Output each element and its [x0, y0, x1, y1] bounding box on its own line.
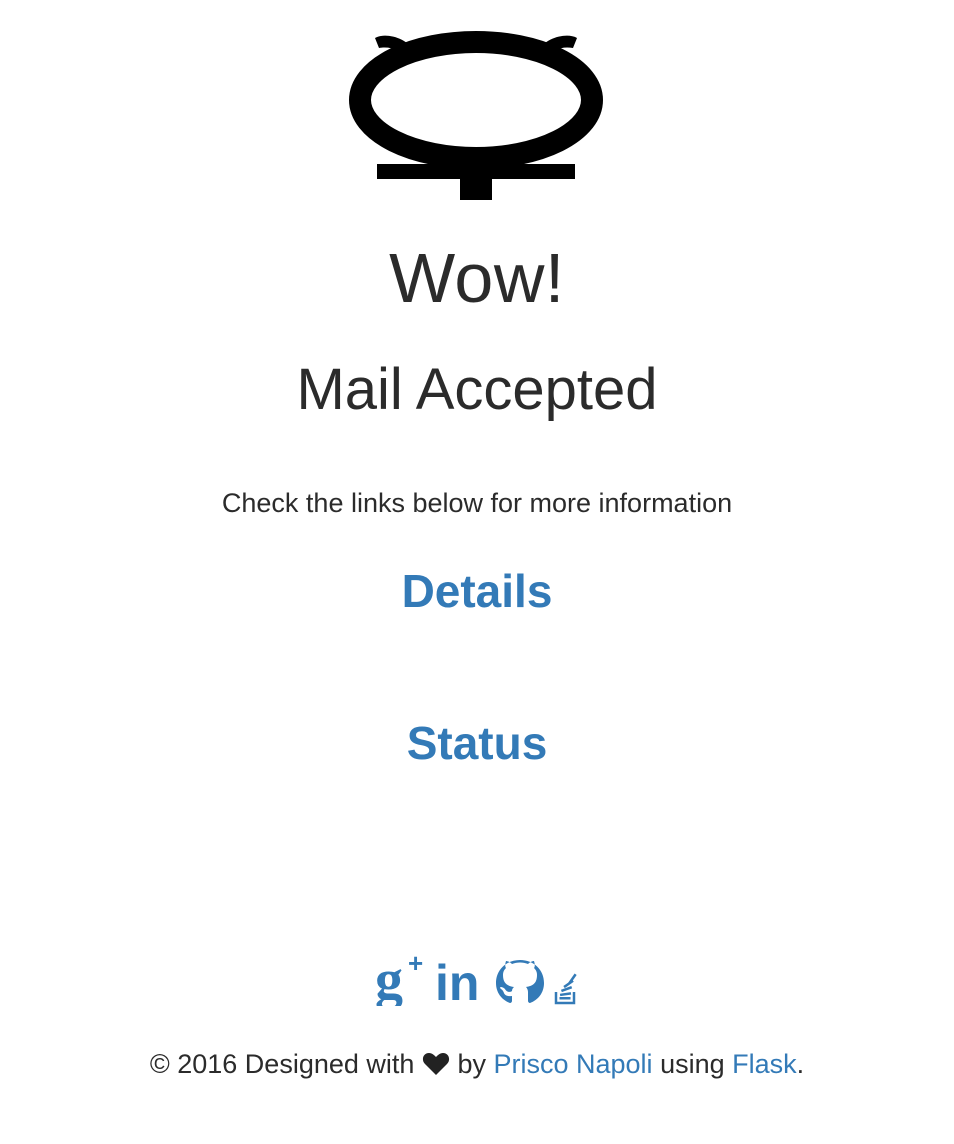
google-plus-icon[interactable]: g +	[375, 948, 429, 1006]
footer: © 2016 Designed with by Prisco Napoli us…	[0, 1048, 954, 1080]
svg-text:+: +	[408, 948, 423, 978]
page-title: Wow!	[389, 239, 565, 317]
social-links: g + in	[0, 944, 954, 1006]
status-link[interactable]: Status	[407, 717, 548, 769]
mercury-symbol-icon	[349, 31, 603, 200]
author-link[interactable]: Prisco Napoli	[493, 1049, 652, 1079]
status-heading: Mail Accepted	[296, 357, 658, 422]
svg-text:in: in	[435, 956, 479, 1006]
details-link-row: Details	[0, 568, 954, 614]
svg-text:g: g	[375, 949, 403, 1006]
details-link[interactable]: Details	[402, 565, 553, 617]
copyright-text: © 2016 Designed with	[149, 1049, 415, 1079]
mercury-logo	[345, 28, 607, 204]
footer-period: .	[796, 1049, 805, 1079]
stackoverflow-icon[interactable]	[553, 972, 579, 1006]
using-text: using	[660, 1049, 725, 1079]
info-text: Check the links below for more informati…	[221, 488, 733, 518]
by-text: by	[457, 1049, 486, 1079]
linkedin-icon[interactable]: in	[435, 956, 487, 1006]
status-link-row: Status	[0, 720, 954, 766]
github-icon[interactable]	[493, 958, 547, 1006]
heart-icon	[422, 1053, 450, 1075]
flask-link[interactable]: Flask	[732, 1049, 797, 1079]
